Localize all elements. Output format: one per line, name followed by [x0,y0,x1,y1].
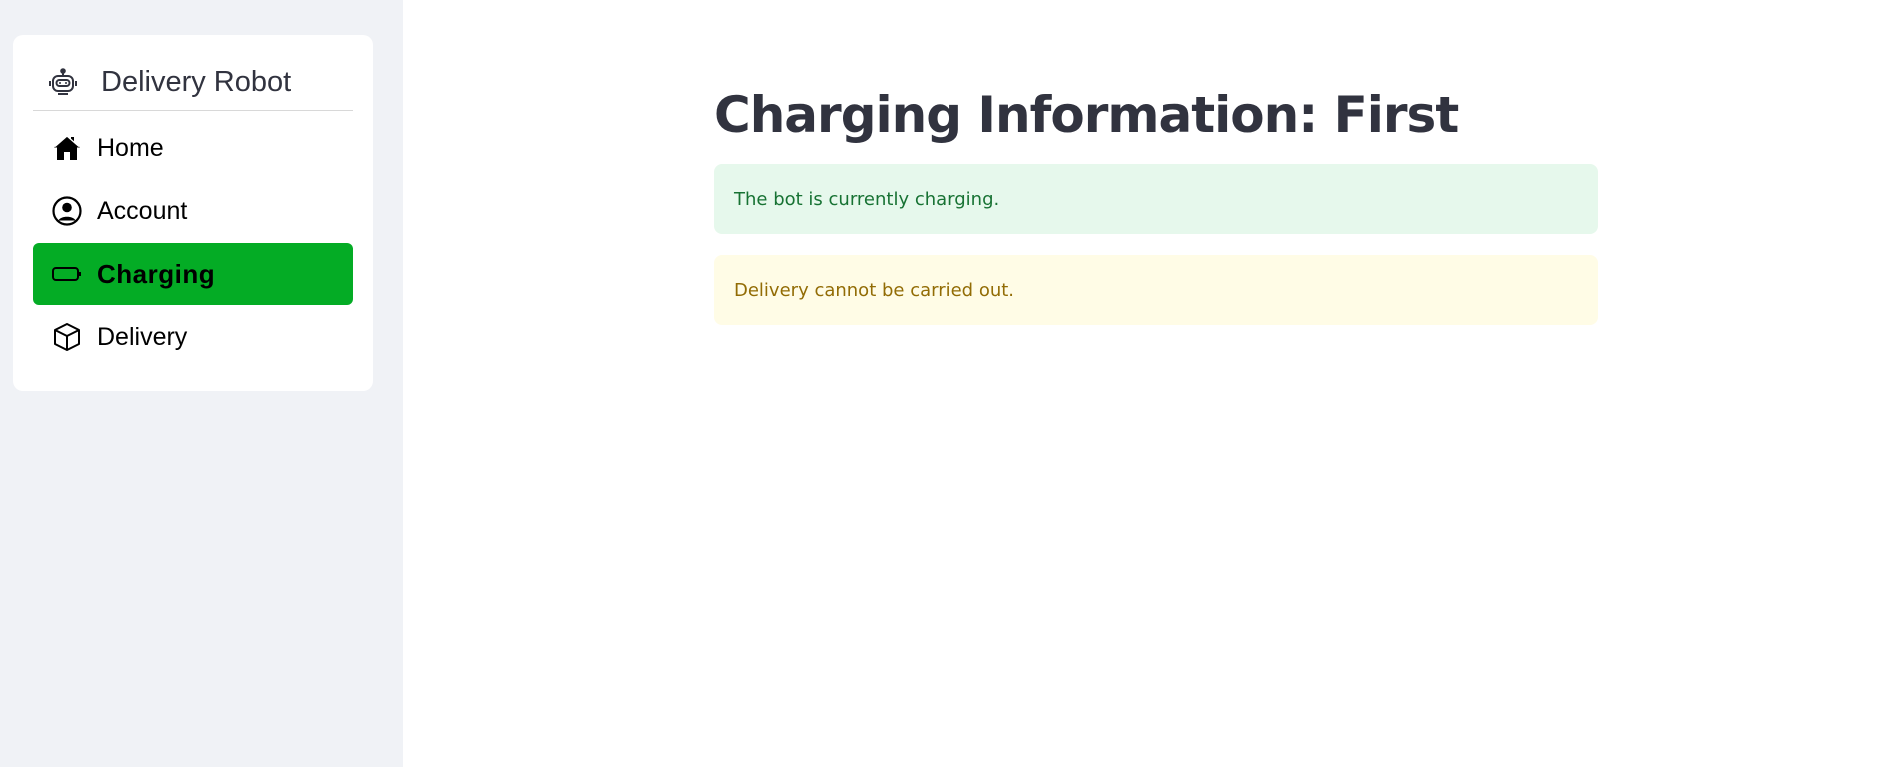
sidebar-item-charging[interactable]: Charging [33,243,353,305]
sidebar: Delivery Robot Home Account Charging Del… [0,0,403,767]
user-circle-icon [51,195,83,227]
content-block: Charging Information: First The bot is c… [714,80,1598,346]
success-alert: The bot is currently charging. [714,164,1598,234]
sidebar-item-label: Account [97,196,188,225]
sidebar-item-home[interactable]: Home [33,117,353,179]
nav-list: Home Account Charging Delivery [33,117,353,368]
alert-text: The bot is currently charging. [734,188,1000,210]
alert-text: Delivery cannot be carried out. [734,279,1015,301]
sidebar-item-delivery[interactable]: Delivery [33,306,353,368]
box-icon [51,321,83,353]
sidebar-item-label: Home [97,133,164,162]
warning-alert: Delivery cannot be carried out. [714,255,1598,325]
brand-title: Delivery Robot [101,66,292,98]
home-icon [51,132,83,164]
brand-header: Delivery Robot [33,55,353,111]
nav-menu: Delivery Robot Home Account Charging Del… [13,35,373,391]
sidebar-item-label: Charging [97,258,216,289]
page-title: Charging Information: First [714,86,1459,144]
sidebar-item-label: Delivery [97,322,188,351]
sidebar-item-account[interactable]: Account [33,180,353,242]
app-root: Delivery Robot Home Account Charging Del… [0,0,1902,767]
robot-icon [45,65,81,101]
main-content: Charging Information: First The bot is c… [403,0,1902,767]
battery-icon [51,258,83,290]
